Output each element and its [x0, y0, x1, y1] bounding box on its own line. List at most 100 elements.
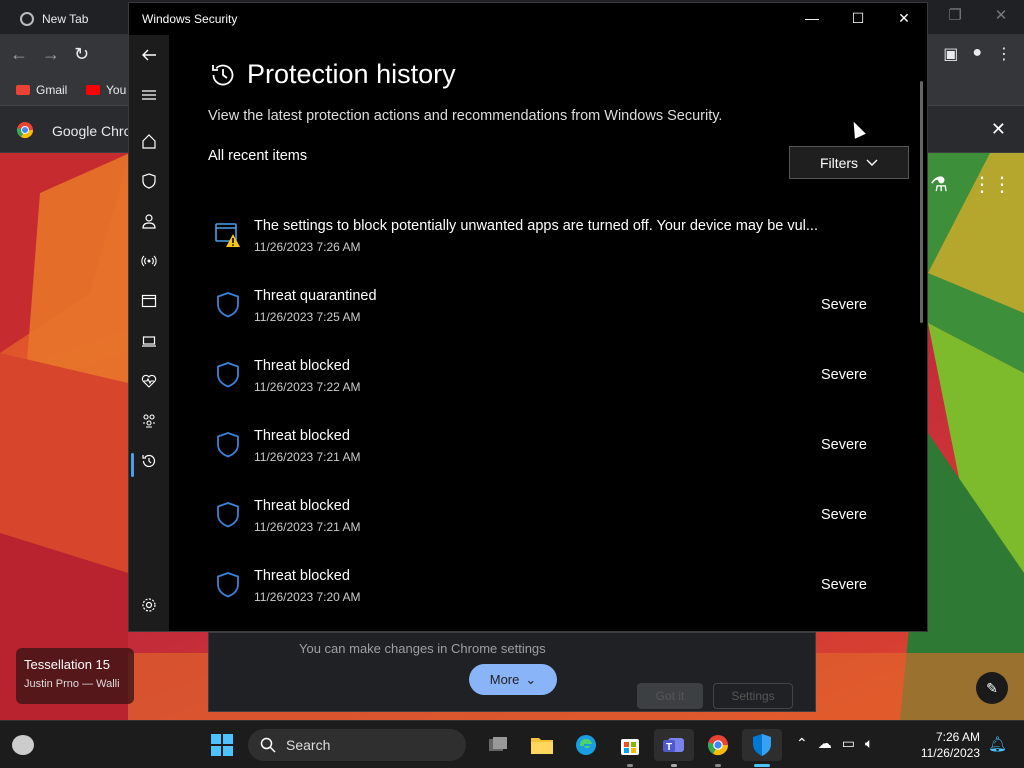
app-browser-warning-icon: [215, 223, 240, 247]
hamburger-menu-icon[interactable]: [129, 77, 169, 113]
history-item[interactable]: Threat blocked 11/26/2023 7:21 AM Severe: [209, 417, 869, 477]
history-item[interactable]: Threat blocked 11/26/2023 7:20 AM Severe: [209, 557, 869, 617]
shield-icon: [217, 292, 239, 318]
shield-icon: [217, 362, 239, 388]
chrome-logo-icon: [20, 12, 34, 26]
wireless-icon[interactable]: [129, 243, 169, 279]
window-title: Windows Security: [142, 12, 238, 26]
chrome-taskbar-icon[interactable]: [698, 729, 738, 767]
section-label: All recent items: [208, 148, 308, 164]
microsoft-store-icon[interactable]: [610, 729, 650, 767]
maximize-icon[interactable]: ☐: [835, 3, 881, 33]
close-icon[interactable]: ✕: [881, 3, 927, 33]
chrome-forward-icon[interactable]: →: [42, 44, 60, 65]
got-it-button[interactable]: Got it: [637, 683, 703, 709]
laptop-icon[interactable]: [129, 323, 169, 359]
system-tray: ⌃ ☁ ▭ 🔈︎: [796, 735, 873, 752]
google-apps-grid-icon[interactable]: ⋮⋮: [972, 172, 1012, 197]
gmail-icon: [16, 85, 30, 95]
chrome-menu-icon[interactable]: ⋮: [996, 44, 1012, 64]
shield-icon: [217, 572, 239, 598]
shield-icon: [217, 432, 239, 458]
notification-bell-icon[interactable]: 🔔︎: [988, 735, 1007, 753]
search-icon: [260, 737, 276, 753]
item-title: Threat quarantined: [254, 288, 377, 304]
wallpaper-author: Justin Prno — Walli: [24, 678, 120, 690]
family-icon[interactable]: [129, 403, 169, 439]
edge-browser-icon[interactable]: [566, 729, 606, 761]
history-item[interactable]: The settings to block potentially unwant…: [209, 207, 869, 267]
onedrive-cloud-icon[interactable]: ☁: [818, 735, 832, 752]
google-chrome-icon: [16, 122, 34, 139]
chrome-reload-icon[interactable]: ↻: [74, 44, 89, 65]
window-titlebar: Windows Security — ☐ ✕: [129, 3, 927, 35]
history-item[interactable]: Threat quarantined 11/26/2023 7:25 AM Se…: [209, 277, 869, 337]
teams-icon[interactable]: T: [654, 729, 694, 767]
person-icon[interactable]: [129, 203, 169, 239]
svg-text:T: T: [666, 742, 672, 753]
chrome-ntp-icons: ⚗ ⋮⋮: [930, 172, 1012, 197]
page-description: View the latest protection actions and r…: [208, 108, 723, 124]
page-title: Protection history: [247, 59, 456, 89]
file-explorer-icon[interactable]: [522, 729, 562, 761]
chrome-restore-icon[interactable]: ❐: [932, 0, 978, 30]
chrome-close-icon[interactable]: ✕: [978, 0, 1024, 30]
task-view-icon[interactable]: [478, 729, 518, 761]
more-button[interactable]: More ⌄: [469, 664, 557, 695]
history-item[interactable]: Threat blocked 11/26/2023 7:21 AM Severe: [209, 487, 869, 547]
item-date: 11/26/2023 7:26 AM: [254, 240, 361, 254]
chevron-up-icon[interactable]: ⌃: [796, 735, 808, 752]
shield-icon[interactable]: [129, 163, 169, 199]
home-icon[interactable]: [129, 123, 169, 159]
customize-pencil-icon[interactable]: ✎: [976, 672, 1008, 704]
chrome-back-icon[interactable]: ←: [10, 44, 28, 65]
item-title: Threat blocked: [254, 358, 350, 374]
severity-label: Severe: [821, 577, 867, 593]
infobar-close-icon[interactable]: ✕: [991, 119, 1006, 140]
filters-button[interactable]: Filters: [789, 146, 909, 179]
search-placeholder: Search: [286, 737, 331, 753]
taskbar-search[interactable]: Search: [248, 729, 466, 761]
history-icon[interactable]: [129, 443, 169, 479]
windows-start-icon[interactable]: [210, 733, 234, 757]
windows-security-taskbar-icon[interactable]: [742, 729, 782, 767]
item-title: Threat blocked: [254, 568, 350, 584]
heart-pulse-icon[interactable]: [129, 363, 169, 399]
clock-time: 7:26 AM: [935, 730, 980, 744]
volume-icon[interactable]: 🔈︎: [865, 735, 873, 752]
weather-cloud-icon[interactable]: [12, 735, 34, 755]
chrome-tab-title: New Tab: [42, 12, 89, 26]
item-title: The settings to block potentially unwant…: [254, 218, 818, 234]
history-clock-icon: [212, 64, 234, 85]
network-icon[interactable]: ▭: [842, 735, 855, 752]
settings-button[interactable]: Settings: [713, 683, 793, 709]
bookmark-youtube[interactable]: You: [86, 83, 126, 97]
scrollbar[interactable]: [920, 81, 923, 323]
labs-flask-icon[interactable]: ⚗: [930, 172, 948, 197]
settings-gear-icon[interactable]: [129, 587, 169, 623]
back-arrow-icon[interactable]: [129, 37, 169, 73]
chevron-down-icon: ⌄: [525, 671, 537, 687]
item-date: 11/26/2023 7:20 AM: [254, 590, 361, 604]
shield-icon: [217, 502, 239, 528]
item-title: Threat blocked: [254, 428, 350, 444]
app-browser-icon[interactable]: [129, 283, 169, 319]
taskbar-apps: T: [478, 729, 782, 767]
chrome-tab-new-tab[interactable]: New Tab: [8, 4, 130, 34]
taskbar-clock[interactable]: 7:26 AM 11/26/2023: [914, 729, 980, 761]
chrome-settings-promo: You can make changes in Chrome settings …: [208, 632, 816, 712]
taskbar: Search T ⌃ ☁ ▭ 🔈︎ 7:26 AM 11/26/2023 🔔︎: [0, 720, 1024, 768]
promo-text: You can make changes in Chrome settings: [299, 641, 546, 656]
bookmark-gmail[interactable]: Gmail: [16, 83, 67, 97]
profile-icon[interactable]: ●: [972, 44, 982, 64]
protection-history-page: Protection history View the latest prote…: [169, 35, 925, 631]
item-date: 11/26/2023 7:25 AM: [254, 310, 361, 324]
wallpaper-credit-card[interactable]: Tessellation 15 Justin Prno — Walli: [16, 648, 134, 704]
item-date: 11/26/2023 7:22 AM: [254, 380, 361, 394]
side-panel-icon[interactable]: ▣: [943, 44, 958, 64]
clock-date: 11/26/2023: [920, 746, 980, 760]
history-item[interactable]: Threat blocked 11/26/2023 7:22 AM Severe: [209, 347, 869, 407]
page-header: Protection history: [209, 59, 456, 90]
minimize-icon[interactable]: —: [789, 3, 835, 33]
severity-label: Severe: [821, 297, 867, 313]
